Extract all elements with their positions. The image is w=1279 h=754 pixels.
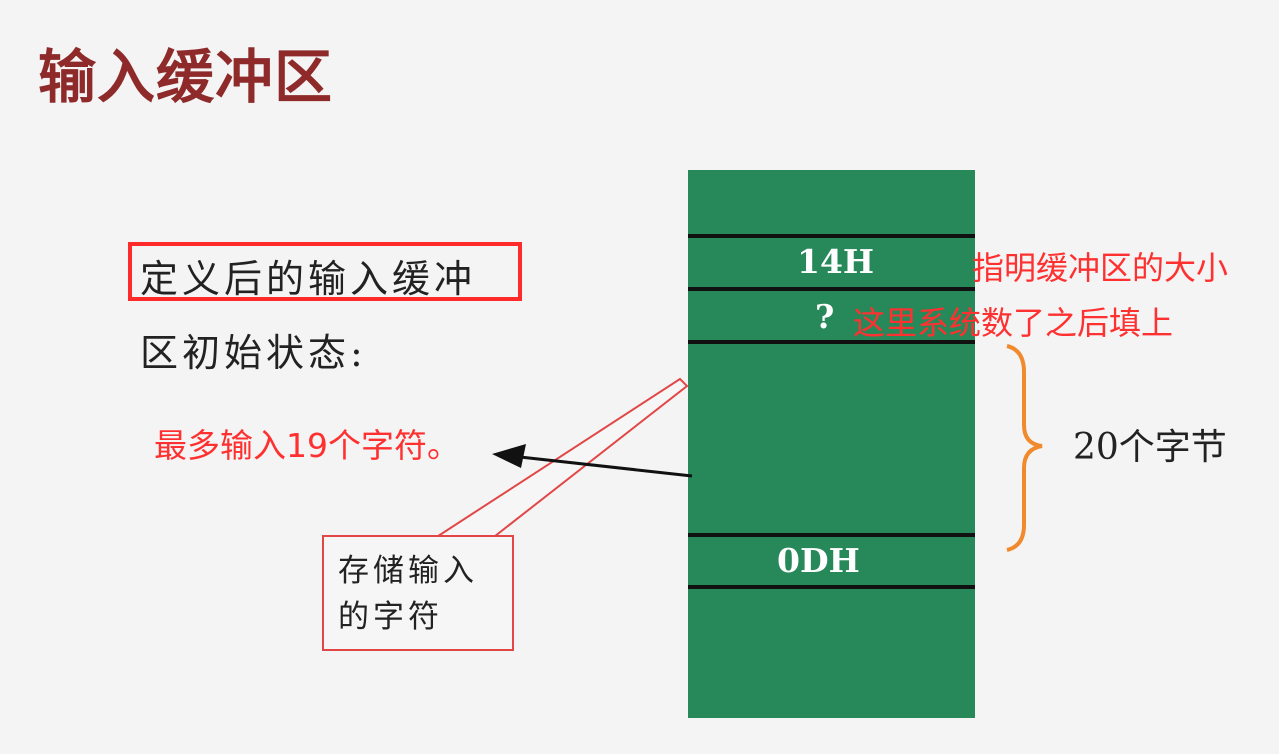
callout-text: 存储输入的字符: [338, 553, 478, 635]
diagram-overlay: [428, 344, 1043, 552]
callout-pointer: [428, 377, 689, 541]
brace-shape: [1006, 344, 1043, 552]
arrow-head: [492, 444, 526, 468]
